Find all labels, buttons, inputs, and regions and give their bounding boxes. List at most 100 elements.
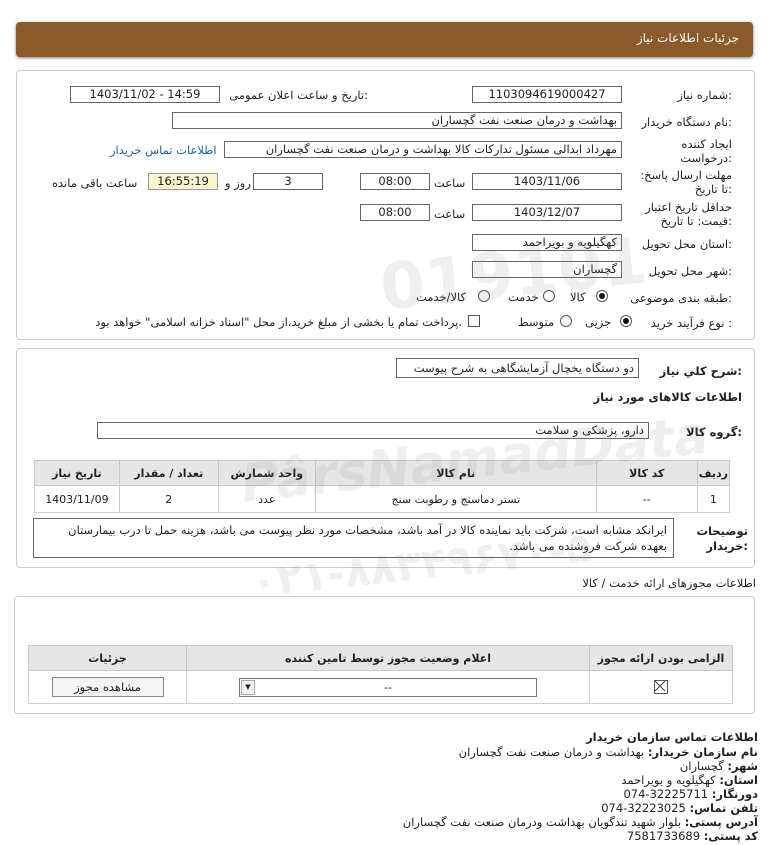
contact-fax-line: دورنگار: 074-32225711 <box>623 787 758 801</box>
validity-hour-label: ساعت <box>434 207 466 221</box>
validity-time-field: 08:00 <box>360 204 430 221</box>
cell-code: -- <box>595 485 698 513</box>
goods-group-field: دارو، پزشکی و سلامت <box>97 422 649 439</box>
process-option-medium: متوسط <box>518 315 555 329</box>
validity-date-field: 1403/12/07 <box>472 204 622 221</box>
page-title: جزئیات اطلاعات نیاز <box>636 31 739 45</box>
buyer-notes-label: توضیحات خریدار: <box>696 524 749 553</box>
need-description-label: شرح کلي نياز: <box>659 364 742 378</box>
process-radio-medium[interactable] <box>560 315 572 327</box>
process-option-minor: جزیی <box>585 315 612 329</box>
permits-table: الزامی بودن ارائه مجوز اعلام وضعیت مجوز … <box>28 645 733 704</box>
contact-address-value: بلوار شهید تندگویان بهداشت ودرمان صنعت ن… <box>402 815 682 829</box>
need-number-label: شماره نیاز: <box>677 88 732 102</box>
creator-field: مهرداد ابدالی مسئول تدارکات کالا بهداشت … <box>224 141 622 158</box>
category-radio-service[interactable] <box>543 290 555 302</box>
category-option-service: خدمت <box>508 290 539 304</box>
permit-required-checkbox <box>654 680 668 694</box>
permits-section-title: اطلاعات مجوزهای ارائه خدمت / کالا <box>582 576 756 590</box>
treasury-text: پرداخت تمام یا بخشی از مبلغ خرید،از محل … <box>95 315 462 329</box>
remaining-timer: 16:55:19 <box>148 173 218 190</box>
contact-city-label: شهر: <box>727 759 758 773</box>
buyer-field: بهداشت و درمان صنعت نفت گچساران <box>172 112 622 129</box>
contact-phone-value: 074-32223025 <box>601 801 686 815</box>
category-radio-goods-service[interactable] <box>478 290 490 302</box>
buyer-label: نام دستگاه خریدار: <box>641 115 732 129</box>
process-radio-minor[interactable] <box>620 315 632 327</box>
deadline-hour-label: ساعت <box>434 176 466 190</box>
permit-required-cell <box>589 670 733 704</box>
category-option-goods: کالا <box>570 290 586 304</box>
permit-status-cell: -- ▼ <box>186 670 590 704</box>
contact-org-label: نام سازمان خریدار: <box>647 745 758 759</box>
cell-quantity: 2 <box>118 485 219 513</box>
table-row: 1 -- تستر دماسنج و رطوبت سنج عدد 2 1403/… <box>34 485 731 513</box>
contact-province-line: استان: کهگیلویه و بویراحمد <box>621 773 758 787</box>
process-label: نوع فرآیند خرید : <box>650 316 732 330</box>
contact-postal-line: کد پستی: 7581733689 <box>627 829 758 843</box>
deadline-date-field: 1403/11/06 <box>472 173 622 190</box>
need-number-field: 1103094619000427 <box>472 86 622 103</box>
creator-label: ایجاد کننده درخواست: <box>680 137 732 165</box>
col-permit-status: اعلام وضعیت مجوز توسط تامین کننده <box>186 645 590 671</box>
contact-province-label: استان: <box>719 773 758 787</box>
contact-fax-value: 074-32225711 <box>623 787 709 801</box>
col-code: کد کالا <box>595 460 698 486</box>
col-date: تاریخ نیاز <box>34 460 120 486</box>
permit-status-value: -- <box>384 680 392 694</box>
deadline-time-field: 08:00 <box>360 173 430 190</box>
buyer-contact-link[interactable]: اطلاعات تماس خریدار <box>110 143 217 157</box>
contact-phone-label: تلفن تماس: <box>689 801 758 815</box>
days-label: روز و <box>225 176 251 190</box>
col-unit: واحد شمارش <box>217 460 316 486</box>
remaining-label: ساعت باقی مانده <box>52 176 138 190</box>
items-section-title: اطلاعات کالاهای مورد نیاز <box>593 390 742 404</box>
need-description-field: دو دستگاه یخچال آزمایشگاهی به شرح پیوست <box>396 358 639 378</box>
cell-date: 1403/11/09 <box>34 485 120 513</box>
col-permit-details: جزئیات <box>28 645 187 671</box>
table-row: -- ▼ مشاهده مجوز <box>28 670 733 704</box>
goods-group-label: گروه کالا: <box>686 425 742 439</box>
contact-org-line: نام سازمان خریدار: بهداشت و درمان صنعت ن… <box>459 745 758 759</box>
buyer-notes-box: ایرانکد مشابه است، شرکت باید نماینده کال… <box>33 518 674 558</box>
contact-postal-value: 7581733689 <box>626 829 701 843</box>
items-table: ردیف کد کالا نام کالا واحد شمارش تعداد /… <box>34 460 731 513</box>
city-label: شهر محل تحویل: <box>648 264 732 278</box>
contact-city-value: گچساران <box>679 759 724 773</box>
category-radio-goods[interactable] <box>596 290 608 302</box>
contact-org-value: بهداشت و درمان صنعت نفت گچساران <box>458 745 645 759</box>
announce-field: 1403/11/02 - 14:59 <box>70 86 220 103</box>
page-header: جزئیات اطلاعات نیاز <box>16 22 753 57</box>
province-label: استان محل تحویل: <box>641 237 732 251</box>
items-table-header: ردیف کد کالا نام کالا واحد شمارش تعداد /… <box>34 460 731 486</box>
validity-label: حداقل تاریخ اعتبار قیمت: تا تاریخ: <box>645 200 732 228</box>
cell-unit: عدد <box>217 485 316 513</box>
contact-fax-label: دورنگار: <box>711 787 758 801</box>
contact-section-title: اطلاعات تماس سازمان خریدار <box>586 730 758 744</box>
permits-table-header: الزامی بودن ارائه مجوز اعلام وضعیت مجوز … <box>28 645 733 671</box>
col-permit-required: الزامی بودن ارائه مجوز <box>589 645 733 671</box>
category-option-goods-service: کالا/خدمت <box>416 290 467 304</box>
col-row: ردیف <box>696 460 731 486</box>
province-field: کهگیلویه و بویراحمد <box>472 234 622 251</box>
cell-name: تستر دماسنج و رطوبت سنج <box>314 485 597 513</box>
permit-status-select[interactable]: -- ▼ <box>239 677 537 697</box>
category-label: طبقه بندی موضوعی: <box>630 291 732 305</box>
col-quantity: تعداد / مقدار <box>118 460 219 486</box>
chevron-down-icon[interactable]: ▼ <box>241 679 255 695</box>
contact-phone-line: تلفن تماس: 074-32223025 <box>601 801 758 815</box>
contact-postal-label: کد پستی: <box>703 829 758 843</box>
permit-details-cell: مشاهده مجوز <box>28 670 187 704</box>
city-field: گچساران <box>472 261 622 278</box>
cell-row: 1 <box>696 485 731 513</box>
announce-label: تاریخ و ساعت اعلان عمومی: <box>229 88 368 102</box>
col-name: نام کالا <box>314 460 597 486</box>
deadline-label: مهلت ارسال پاسخ: تا تاریخ: <box>640 168 732 196</box>
contact-address-label: آدرس پستی: <box>684 815 758 829</box>
treasury-checkbox[interactable] <box>468 315 480 327</box>
days-field: 3 <box>253 173 323 190</box>
view-permit-button[interactable]: مشاهده مجوز <box>51 677 164 697</box>
contact-city-line: شهر: گچساران <box>680 759 758 773</box>
contact-province-value: کهگیلویه و بویراحمد <box>621 773 716 787</box>
contact-address-line: آدرس پستی: بلوار شهید تندگویان بهداشت ود… <box>403 815 758 829</box>
